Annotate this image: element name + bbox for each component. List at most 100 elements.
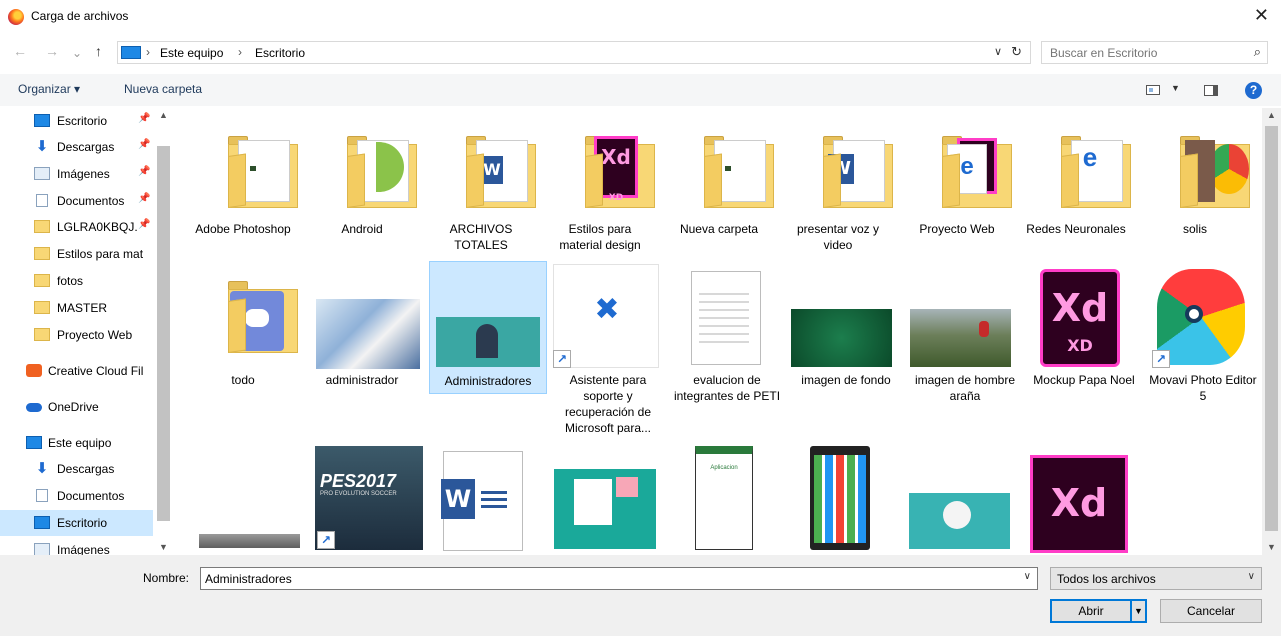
new-folder-button[interactable]: Nueva carpeta [124, 82, 202, 96]
nav-item-imagenes[interactable]: Imágenes [0, 537, 153, 555]
folder-estilos-material[interactable]: Xd XD Estilos para material design [542, 118, 658, 268]
help-icon[interactable]: ? [1245, 82, 1262, 99]
file-name-combobox[interactable]: ∨ [200, 567, 1038, 590]
nav-item-estilos[interactable]: Estilos para mat [0, 241, 153, 267]
pin-icon[interactable]: 📌 [138, 139, 150, 150]
folder-icon [304, 118, 420, 228]
image-row3-4[interactable] [542, 443, 658, 555]
nav-item-imagenes-quick[interactable]: Imágenes 📌 [0, 161, 153, 187]
nav-label: Escritorio [57, 114, 108, 128]
image-row3-1[interactable] [185, 443, 301, 555]
pin-icon[interactable]: 📌 [138, 166, 150, 177]
image-hombre-arana[interactable]: imagen de hombre araña [907, 263, 1023, 433]
image-icon [542, 443, 658, 553]
nav-item-onedrive[interactable]: OneDrive [0, 394, 153, 420]
pin-icon[interactable]: 📌 [138, 113, 150, 124]
desktop-icon [34, 114, 50, 127]
file-label: Proyecto Web [919, 222, 995, 236]
image-icon [788, 263, 904, 373]
folder-android[interactable]: Android [304, 118, 420, 268]
xd-row3-8[interactable]: Xd [1018, 443, 1134, 555]
file-label: presentar voz y video [796, 222, 880, 252]
organize-button[interactable]: Organizar ▾ [18, 82, 80, 96]
nav-label: Creative Cloud Fil [48, 364, 144, 378]
pictures-icon [34, 543, 50, 555]
nav-item-proyecto-web[interactable]: Proyecto Web [0, 322, 153, 348]
nav-item-fotos[interactable]: fotos [0, 268, 153, 294]
search-input[interactable] [1042, 42, 1242, 63]
search-box[interactable]: ⌕ [1041, 41, 1268, 64]
folder-redes-neuronales[interactable]: e Redes Neuronales [1018, 118, 1134, 268]
nav-item-este-equipo[interactable]: Este equipo [0, 430, 153, 456]
cancel-button[interactable]: Cancelar [1160, 599, 1262, 623]
file-label: administrador [325, 373, 399, 387]
view-options-icon[interactable] [1146, 85, 1160, 95]
image-imagen-de-fondo[interactable]: imagen de fondo [788, 263, 904, 433]
chevron-down-icon[interactable]: ∨ [1024, 571, 1031, 582]
recent-chevron-icon[interactable]: ⌄ [72, 46, 82, 60]
search-icon[interactable]: ⌕ [1254, 44, 1261, 60]
file-label: Asistente para soporte y recuperación de… [564, 373, 652, 435]
file-type-select[interactable]: Todos los archivos ∨ [1050, 567, 1262, 590]
file-name-label: Nombre: [143, 571, 190, 585]
image-icon: PES2017 PRO EVOLUTION SOCCER ↗ [304, 443, 423, 553]
content-scrollbar[interactable]: ▲ ▼ [1262, 108, 1281, 555]
nav-item-descargas-quick[interactable]: ⬇ Descargas 📌 [0, 134, 153, 160]
scroll-up-icon[interactable]: ▲ [1267, 110, 1276, 120]
scroll-thumb[interactable] [157, 146, 170, 521]
folder-todo[interactable]: todo [185, 263, 301, 433]
nav-scrollbar[interactable]: ▲ ▼ [155, 108, 172, 555]
nav-item-creative-cloud[interactable]: Creative Cloud Fil [0, 358, 153, 384]
open-dropdown-icon[interactable]: ▼ [1131, 599, 1147, 623]
file-name-input[interactable] [201, 568, 1011, 589]
scroll-thumb[interactable] [1265, 126, 1278, 531]
shortcut-asistente[interactable]: ✖ ↗ Asistente para soporte y recuperació… [550, 263, 666, 443]
xd-mockup-papa-noel[interactable]: Xd XD Mockup Papa Noel [1026, 263, 1142, 433]
folder-presentar-voz[interactable]: W presentar voz y video [780, 118, 896, 268]
folder-solis[interactable]: solis [1137, 118, 1253, 268]
forward-arrow-icon[interactable]: → [45, 43, 59, 59]
folder-archivos-totales[interactable]: W ARCHIVOS TOTALES [423, 118, 539, 268]
open-button[interactable]: Abrir [1050, 599, 1132, 623]
breadcrumb-este-equipo[interactable]: Este equipo [160, 46, 223, 60]
pin-icon[interactable]: 📌 [138, 193, 150, 204]
nav-item-master[interactable]: MASTER [0, 295, 153, 321]
scroll-down-icon[interactable]: ▼ [1267, 542, 1276, 552]
scroll-down-icon[interactable]: ▼ [159, 542, 168, 552]
chevron-down-icon[interactable]: ∨ [1248, 571, 1255, 582]
image-row3-7[interactable] [899, 443, 1015, 555]
file-label: Estilos para material design [559, 222, 641, 252]
nav-item-descargas[interactable]: ⬇ Descargas [0, 456, 153, 482]
image-administradores[interactable]: Administradores [429, 261, 547, 394]
folder-adobe-photoshop[interactable]: Adobe Photoshop [185, 118, 301, 268]
breadcrumb-escritorio[interactable]: Escritorio [255, 46, 305, 60]
pin-icon[interactable]: 📌 [138, 219, 150, 230]
address-dropdown-icon[interactable]: ∨ [994, 45, 1002, 58]
back-arrow-icon[interactable]: ← [13, 43, 27, 59]
nav-label: MASTER [57, 301, 108, 315]
refresh-icon[interactable]: ↻ [1011, 44, 1022, 60]
image-phone-screen[interactable] [780, 443, 896, 555]
folder-nueva-carpeta[interactable]: Nueva carpeta [661, 118, 777, 268]
nav-item-lglra0kbqj[interactable]: LGLRA0KBQJ. 📌 [0, 214, 153, 240]
folder-proyecto-web[interactable]: e Proyecto Web [899, 118, 1015, 268]
scroll-up-icon[interactable]: ▲ [159, 110, 168, 120]
view-dropdown-icon[interactable]: ▼ [1171, 83, 1180, 93]
file-label: imagen de hombre araña [914, 373, 1016, 403]
document-evalucion[interactable]: evalucion de integrantes de PETI [669, 263, 785, 433]
image-administrador[interactable]: administrador [304, 263, 420, 433]
up-arrow-icon[interactable]: ↑ [95, 43, 102, 59]
close-icon[interactable]: ✕ [1254, 5, 1269, 25]
folder-icon [1137, 118, 1253, 228]
word-document[interactable]: W [423, 443, 539, 555]
preview-pane-icon[interactable] [1204, 85, 1218, 96]
shortcut-movavi[interactable]: ↗ Movavi Photo Editor 5 [1145, 263, 1261, 433]
nav-item-documentos-quick[interactable]: Documentos 📌 [0, 188, 153, 214]
image-app-screenshot[interactable]: Aplicacion [661, 443, 777, 555]
nav-item-escritorio-quick[interactable]: Escritorio 📌 [0, 108, 153, 134]
image-pes2017[interactable]: PES2017 PRO EVOLUTION SOCCER ↗ [304, 443, 423, 555]
nav-item-documentos[interactable]: Documentos [0, 483, 153, 509]
nav-item-escritorio[interactable]: Escritorio [0, 510, 153, 536]
address-bar[interactable]: › Este equipo › Escritorio ∨ ↻ [117, 41, 1031, 64]
xd-icon: Xd [1018, 443, 1134, 553]
